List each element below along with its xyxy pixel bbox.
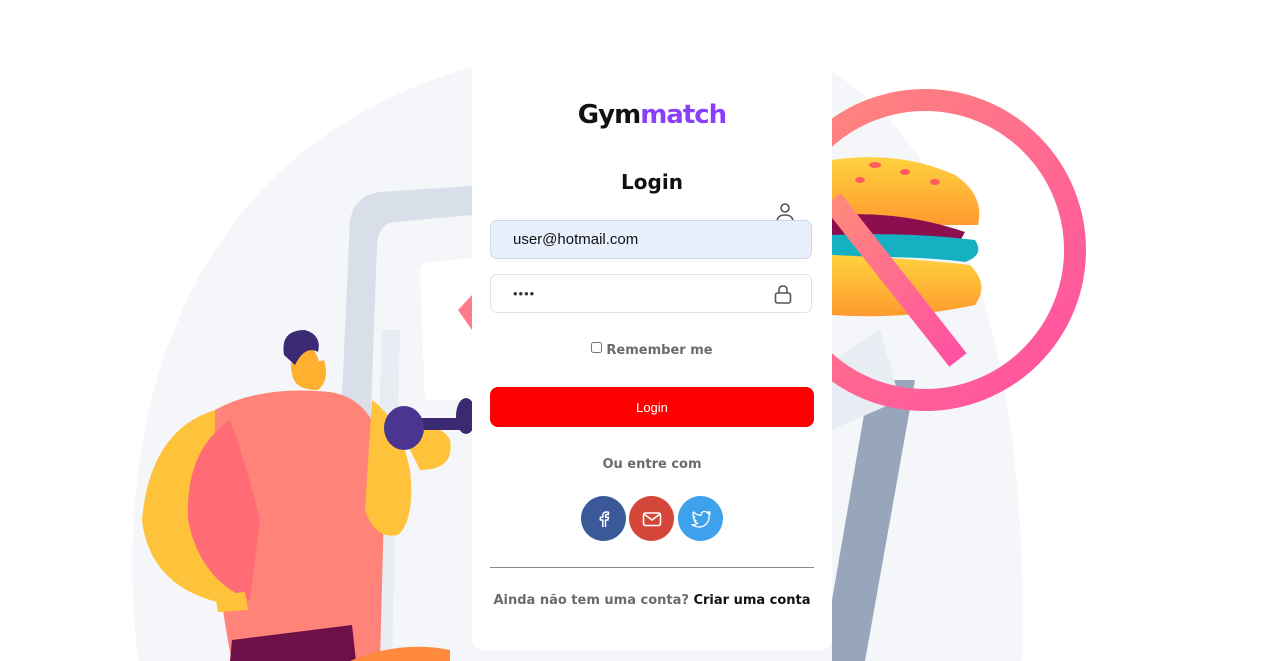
- remember-me: Remember me: [472, 342, 832, 358]
- remember-me-label: Remember me: [606, 343, 713, 358]
- signup-prompt: Ainda não tem uma conta? Criar uma conta: [472, 593, 832, 608]
- facebook-login-button[interactable]: [581, 496, 626, 541]
- email-input[interactable]: [491, 221, 811, 258]
- signup-prompt-text: Ainda não tem uma conta?: [493, 593, 689, 608]
- social-login-label: Ou entre com: [602, 457, 702, 472]
- divider: [490, 567, 814, 568]
- login-button[interactable]: Login: [490, 387, 814, 427]
- brand-logo: Gymmatch: [472, 100, 832, 130]
- remember-me-checkbox[interactable]: [591, 342, 603, 353]
- brand-logo-part1: Gym: [577, 100, 641, 130]
- create-account-link[interactable]: Criar uma conta: [693, 593, 810, 608]
- mail-icon: [642, 511, 661, 526]
- twitter-login-button[interactable]: [678, 496, 723, 541]
- email-field[interactable]: [490, 220, 812, 259]
- lock-icon: [774, 285, 792, 304]
- login-card: Gymmatch Login Remember me Login Ou entr…: [472, 62, 832, 650]
- brand-logo-part2: match: [640, 100, 727, 130]
- password-input[interactable]: [491, 275, 811, 312]
- facebook-icon: [599, 510, 609, 527]
- gmail-login-button[interactable]: [629, 496, 674, 541]
- twitter-icon: [690, 510, 711, 528]
- password-field[interactable]: [490, 274, 812, 313]
- page-title: Login: [621, 170, 683, 194]
